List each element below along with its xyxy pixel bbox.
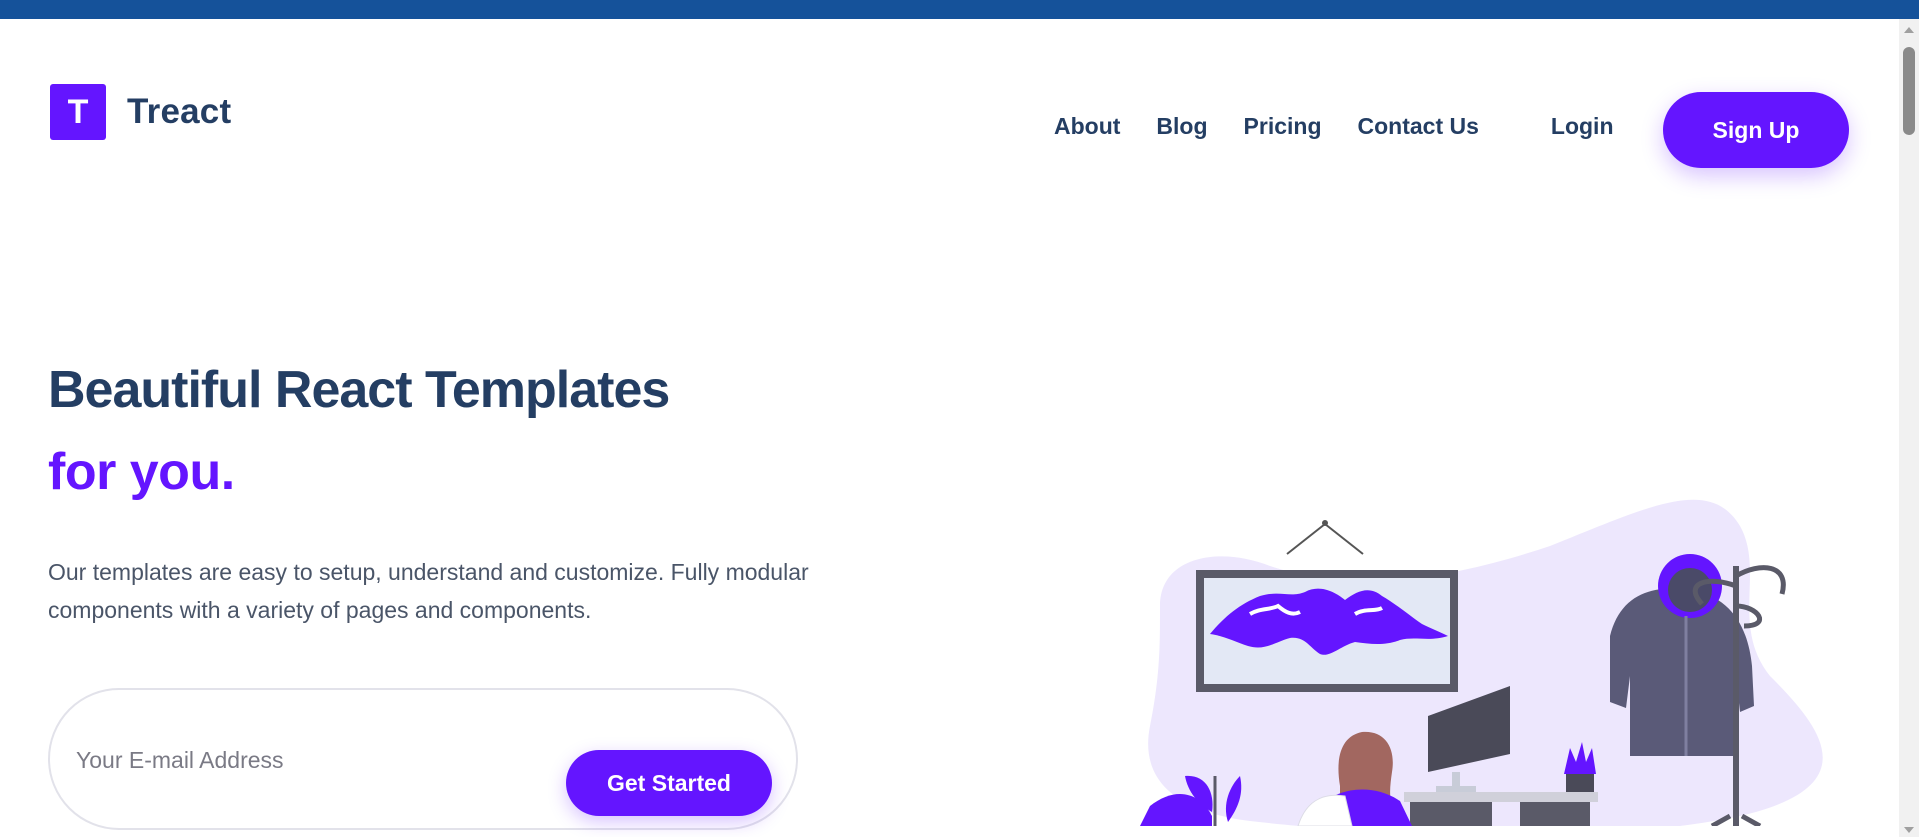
brand-name: Treact: [127, 92, 232, 131]
email-signup-form: Get Started: [48, 688, 798, 830]
hero-title: Beautiful React Templates: [48, 361, 670, 419]
login-link[interactable]: Login: [1551, 113, 1614, 140]
nav-link-contact-us[interactable]: Contact Us: [1358, 113, 1479, 140]
scroll-down-arrow-icon[interactable]: [1904, 827, 1914, 833]
top-accent-bar: [0, 0, 1899, 19]
main-nav: About Blog Pricing Contact Us Login: [1054, 113, 1650, 140]
scroll-up-arrow-icon[interactable]: [1904, 27, 1914, 33]
hero-description: Our templates are easy to setup, underst…: [48, 559, 809, 623]
office-workspace-illustration-icon: [1140, 499, 1823, 826]
nav-link-pricing[interactable]: Pricing: [1244, 113, 1322, 140]
hero-title-accent: for you.: [48, 443, 235, 501]
scrollbar-thumb[interactable]: [1903, 47, 1915, 135]
get-started-button[interactable]: Get Started: [566, 750, 772, 816]
nav-link-about[interactable]: About: [1054, 113, 1120, 140]
vertical-scrollbar[interactable]: [1899, 19, 1919, 837]
page-viewport: T Treact About Blog Pricing Contact Us L…: [0, 0, 1899, 837]
sign-up-button[interactable]: Sign Up: [1663, 92, 1849, 168]
brand-logo[interactable]: T Treact: [50, 84, 231, 140]
email-input[interactable]: [76, 740, 556, 780]
nav-link-blog[interactable]: Blog: [1156, 113, 1207, 140]
logo-mark-icon: T: [50, 84, 106, 140]
